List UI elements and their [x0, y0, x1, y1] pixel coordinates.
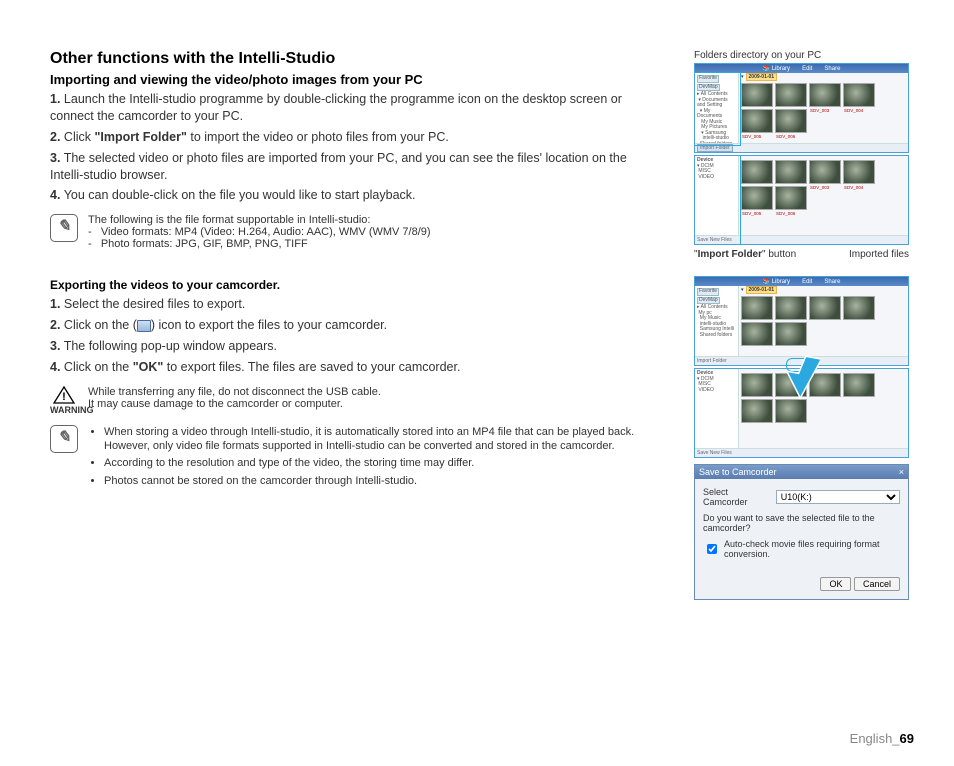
step-bold: "Import Folder" — [94, 130, 186, 144]
bullet: According to the resolution and type of … — [104, 456, 640, 470]
export-icon — [137, 320, 151, 332]
thumbnail[interactable] — [741, 296, 773, 320]
thumbnail[interactable] — [775, 322, 807, 346]
section2-steps: 1. Select the desired files to export. 2… — [50, 296, 640, 376]
page-footer: English_69 — [850, 731, 914, 746]
checkbox-label: Auto-check movie files requiring format … — [724, 539, 900, 559]
screenshot-export-top: 📚 LibraryEditShare Favorite DevMap ▸ All… — [694, 276, 909, 366]
warning-label: WARNING — [50, 405, 94, 415]
save-new-files-button[interactable]: Save New Files — [697, 237, 732, 243]
note-line: - Photo formats: JPG, GIF, BMP, PNG, TIF… — [88, 238, 431, 250]
thumbnail[interactable] — [775, 109, 807, 133]
step-num: 1. — [50, 297, 60, 311]
thumbnail[interactable] — [741, 373, 773, 397]
autocheck-checkbox[interactable] — [707, 544, 717, 554]
section2-heading: Exporting the videos to your camcorder. — [50, 278, 640, 292]
note-lead: The following is the file format support… — [88, 214, 431, 226]
step-text: The following pop-up window appears. — [64, 339, 277, 353]
camcorder-select[interactable]: U10(K:) — [776, 490, 900, 504]
thumbnail[interactable] — [741, 399, 773, 423]
step-text: Select the desired files to export. — [64, 297, 245, 311]
caption-imported-files: Imported files — [849, 249, 909, 260]
page-title: Other functions with the Intelli-Studio — [50, 50, 640, 68]
svg-text:!: ! — [62, 391, 66, 403]
ok-button[interactable]: OK — [820, 577, 851, 591]
warning-block: ! WARNING While transferring any file, d… — [50, 386, 640, 415]
note-block: ✎ The following is the file format suppo… — [50, 214, 640, 250]
section1-steps: 1. Launch the Intelli-studio programme b… — [50, 91, 640, 204]
bullet: When storing a video through Intelli-stu… — [104, 425, 640, 454]
thumbnail[interactable] — [741, 109, 773, 133]
thumbnail[interactable] — [775, 399, 807, 423]
highlight-folder-tree — [694, 72, 741, 146]
thumbnail[interactable] — [809, 83, 841, 107]
step-num: 2. — [50, 318, 60, 332]
step-num: 3. — [50, 151, 60, 165]
step-num: 1. — [50, 92, 60, 106]
info-block: ✎ When storing a video through Intelli-s… — [50, 425, 640, 491]
close-icon[interactable]: × — [899, 467, 904, 477]
step-num: 4. — [50, 360, 60, 374]
thumbnail[interactable] — [741, 83, 773, 107]
bullet: Photos cannot be stored on the camcorder… — [104, 474, 640, 488]
thumbnail[interactable] — [775, 296, 807, 320]
warning-line: While transferring any file, do not disc… — [88, 386, 381, 398]
step-num: 4. — [50, 188, 60, 202]
step-text: to export files. The files are saved to … — [163, 360, 460, 374]
thumbnail[interactable] — [843, 83, 875, 107]
step-text: The selected video or photo files are im… — [50, 151, 627, 182]
highlight-imported-files — [740, 155, 909, 245]
dialog-question: Do you want to save the selected file to… — [703, 513, 900, 533]
dialog-label: Select Camcorder — [703, 487, 772, 507]
thumbnail[interactable] — [843, 296, 875, 320]
warning-line: It may cause damage to the camcorder or … — [88, 398, 381, 410]
step-text: to import the video or photo files from … — [187, 130, 449, 144]
dialog-title: Save to Camcorder — [699, 467, 777, 477]
step-text: Click — [64, 130, 95, 144]
thumbnail[interactable] — [843, 373, 875, 397]
side-caption-folders: Folders directory on your PC — [694, 50, 909, 61]
screenshot-pc-folders: 📚 LibraryEditShare Favorite DevMap ▸ All… — [694, 63, 909, 153]
note-icon: ✎ — [50, 425, 78, 453]
thumbnail[interactable] — [775, 83, 807, 107]
step-text: You can double-click on the file you wou… — [64, 188, 416, 202]
save-to-camcorder-dialog: Save to Camcorder × Select Camcorder U10… — [694, 464, 909, 600]
cancel-button[interactable]: Cancel — [854, 577, 900, 591]
warning-icon: ! WARNING — [50, 386, 78, 415]
step-num: 3. — [50, 339, 60, 353]
note-icon: ✎ — [50, 214, 78, 242]
screenshot-device: Device ▾ DCIM MISC VIDEO Save New Files — [694, 155, 909, 245]
down-arrow-icon — [784, 354, 820, 400]
step-num: 2. — [50, 130, 60, 144]
thumbnail[interactable] — [741, 322, 773, 346]
caption-import-button: "Import Folder" button — [694, 249, 796, 260]
step-text: Launch the Intelli-studio programme by d… — [50, 92, 622, 123]
step-bold: "OK" — [133, 360, 164, 374]
step-text: ) icon to export the files to your camco… — [151, 318, 387, 332]
thumbnail[interactable] — [809, 296, 841, 320]
note-line: - Video formats: MP4 (Video: H.264, Audi… — [88, 226, 431, 238]
step-text: Click on the — [64, 360, 133, 374]
step-text: Click on the ( — [64, 318, 137, 332]
section1-heading: Importing and viewing the video/photo im… — [50, 72, 640, 87]
